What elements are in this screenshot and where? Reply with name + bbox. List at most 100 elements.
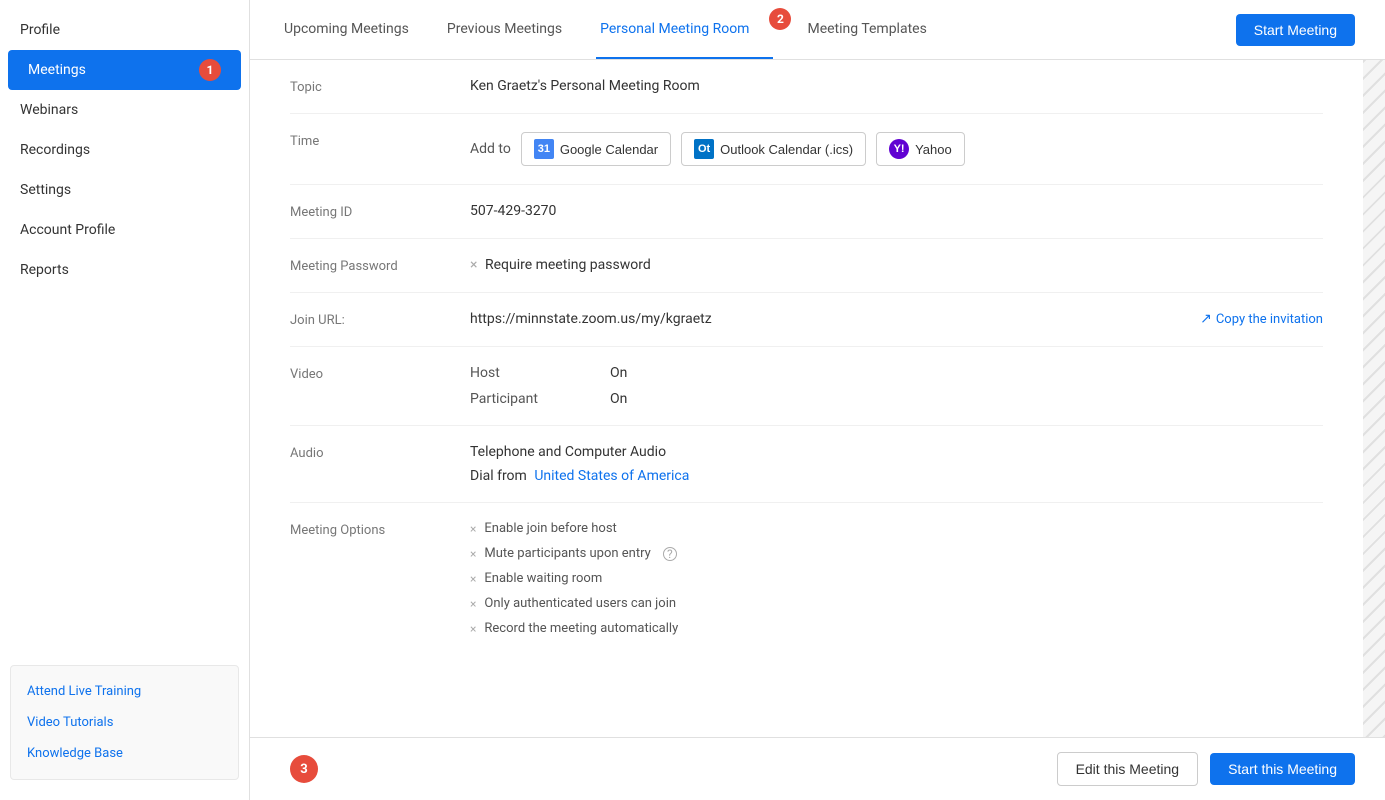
add-to-label: Add to xyxy=(470,141,511,157)
detail-panel: Topic Ken Graetz's Personal Meeting Room… xyxy=(250,60,1363,737)
tab-label: Previous Meetings xyxy=(447,21,562,37)
outlook-calendar-icon: Ot xyxy=(694,139,714,159)
time-value: Add to 31 Google Calendar Ot Outlook Cal… xyxy=(470,132,1323,166)
meetings-badge: 1 xyxy=(199,59,221,81)
sidebar-nav: Profile Meetings 1 Webinars Recordings S… xyxy=(0,10,249,645)
option-label: Enable join before host xyxy=(484,521,616,536)
video-settings: Host On Participant On xyxy=(470,365,1323,407)
calendar-buttons: Add to 31 Google Calendar Ot Outlook Cal… xyxy=(470,132,1323,166)
start-meeting-button[interactable]: Start Meeting xyxy=(1236,14,1355,46)
sidebar-item-profile[interactable]: Profile xyxy=(0,10,249,50)
option-record-auto: × Record the meeting automatically xyxy=(470,621,1323,636)
sidebar-item-label: Meetings xyxy=(28,62,86,78)
option-label: Enable waiting room xyxy=(484,571,602,586)
option-authenticated-users: × Only authenticated users can join xyxy=(470,596,1323,611)
option-label: Only authenticated users can join xyxy=(484,596,676,611)
stripe-panel xyxy=(1363,60,1385,737)
tab-upcoming[interactable]: Upcoming Meetings xyxy=(280,0,413,59)
meeting-password-value: × Require meeting password xyxy=(470,257,1323,273)
copy-invitation-button[interactable]: ↗ Copy the invitation xyxy=(1200,311,1323,327)
sidebar-resource-attend-live[interactable]: Attend Live Training xyxy=(11,676,238,707)
topic-label: Topic xyxy=(290,78,470,95)
x-icon-auth: × xyxy=(470,597,476,611)
sidebar: Profile Meetings 1 Webinars Recordings S… xyxy=(0,0,250,800)
outlook-calendar-label: Outlook Calendar (.ics) xyxy=(720,142,853,157)
video-participant-label: Participant xyxy=(470,391,570,407)
x-icon-record: × xyxy=(470,622,476,636)
audio-label: Audio xyxy=(290,444,470,461)
video-host-label: Host xyxy=(470,365,570,381)
sidebar-item-recordings[interactable]: Recordings xyxy=(0,130,249,170)
sidebar-item-label: Account Profile xyxy=(20,222,115,238)
yahoo-calendar-icon: Y! xyxy=(889,139,909,159)
topic-value: Ken Graetz's Personal Meeting Room xyxy=(470,78,1323,94)
option-waiting-room: × Enable waiting room xyxy=(470,571,1323,586)
google-calendar-label: Google Calendar xyxy=(560,142,658,157)
google-calendar-icon: 31 xyxy=(534,139,554,159)
audio-dial: Dial from United States of America xyxy=(470,468,1323,484)
tab-label: Upcoming Meetings xyxy=(284,21,409,37)
sidebar-item-settings[interactable]: Settings xyxy=(0,170,249,210)
meeting-options-row: Meeting Options × Enable join before hos… xyxy=(290,503,1323,664)
meeting-options-label: Meeting Options xyxy=(290,521,470,538)
video-host-item: Host On xyxy=(470,365,1323,381)
dial-from-label: Dial from xyxy=(470,468,527,484)
edit-meeting-button[interactable]: Edit this Meeting xyxy=(1057,752,1199,786)
video-participant-value: On xyxy=(610,391,627,407)
start-this-meeting-button[interactable]: Start this Meeting xyxy=(1210,753,1355,785)
sidebar-item-label: Profile xyxy=(20,22,60,38)
x-icon-mute: × xyxy=(470,547,476,561)
info-icon: ? xyxy=(663,547,677,561)
copy-icon: ↗ xyxy=(1200,311,1212,327)
sidebar-item-label: Recordings xyxy=(20,142,90,158)
yahoo-calendar-label: Yahoo xyxy=(915,142,952,157)
sidebar-item-reports[interactable]: Reports xyxy=(0,250,249,290)
meeting-id-label: Meeting ID xyxy=(290,203,470,220)
yahoo-calendar-button[interactable]: Y! Yahoo xyxy=(876,132,965,166)
option-mute-participants: × Mute participants upon entry ? xyxy=(470,546,1323,561)
tab-label: Meeting Templates xyxy=(807,21,926,37)
x-icon-join: × xyxy=(470,522,476,536)
tabs-container: Upcoming Meetings Previous Meetings Pers… xyxy=(280,0,931,59)
sidebar-resource-video-tutorials[interactable]: Video Tutorials xyxy=(11,707,238,738)
meeting-id-value: 507-429-3270 xyxy=(470,203,1323,219)
video-label: Video xyxy=(290,365,470,382)
sidebar-item-label: Reports xyxy=(20,262,69,278)
meeting-password-label: Meeting Password xyxy=(290,257,470,274)
sidebar-item-label: Settings xyxy=(20,182,71,198)
join-url-link[interactable]: https://minnstate.zoom.us/my/kgraetz xyxy=(470,311,712,327)
sidebar-item-label: Webinars xyxy=(20,102,78,118)
content-area: Topic Ken Graetz's Personal Meeting Room… xyxy=(250,60,1385,737)
option-label: Mute participants upon entry xyxy=(484,546,650,561)
copy-invitation-label: Copy the invitation xyxy=(1216,312,1323,327)
main-content: Upcoming Meetings Previous Meetings Pers… xyxy=(250,0,1385,800)
meeting-password-row: Meeting Password × Require meeting passw… xyxy=(290,239,1323,293)
meeting-id-row: Meeting ID 507-429-3270 xyxy=(290,185,1323,239)
video-row: Video Host On Participant On xyxy=(290,347,1323,426)
sidebar-resources: Attend Live Training Video Tutorials Kno… xyxy=(10,665,239,780)
sidebar-item-meetings[interactable]: Meetings 1 xyxy=(8,50,241,90)
option-join-before-host: × Enable join before host xyxy=(470,521,1323,536)
sidebar-item-account-profile[interactable]: Account Profile xyxy=(0,210,249,250)
sidebar-item-webinars[interactable]: Webinars xyxy=(0,90,249,130)
dial-country-link[interactable]: United States of America xyxy=(534,468,689,484)
x-icon-waiting: × xyxy=(470,572,476,586)
google-calendar-button[interactable]: 31 Google Calendar xyxy=(521,132,671,166)
tab-previous[interactable]: Previous Meetings xyxy=(443,0,566,59)
bottom-bar: 3 Edit this Meeting Start this Meeting xyxy=(250,737,1385,800)
require-password-text: Require meeting password xyxy=(485,257,651,273)
video-participant-item: Participant On xyxy=(470,391,1323,407)
bottom-badge: 3 xyxy=(290,755,318,783)
audio-type: Telephone and Computer Audio xyxy=(470,444,1323,460)
personal-tab-badge: 2 xyxy=(769,8,791,30)
outlook-calendar-button[interactable]: Ot Outlook Calendar (.ics) xyxy=(681,132,866,166)
video-value: Host On Participant On xyxy=(470,365,1323,407)
join-url-label: Join URL: xyxy=(290,311,470,328)
sidebar-resource-knowledge-base[interactable]: Knowledge Base xyxy=(11,738,238,769)
tab-templates[interactable]: Meeting Templates xyxy=(803,0,930,59)
password-x-icon: × xyxy=(470,257,477,273)
join-url-value: https://minnstate.zoom.us/my/kgraetz ↗ C… xyxy=(470,311,1323,327)
tab-personal[interactable]: Personal Meeting Room 2 xyxy=(596,0,773,59)
audio-row: Audio Telephone and Computer Audio Dial … xyxy=(290,426,1323,503)
join-url-row: Join URL: https://minnstate.zoom.us/my/k… xyxy=(290,293,1323,347)
